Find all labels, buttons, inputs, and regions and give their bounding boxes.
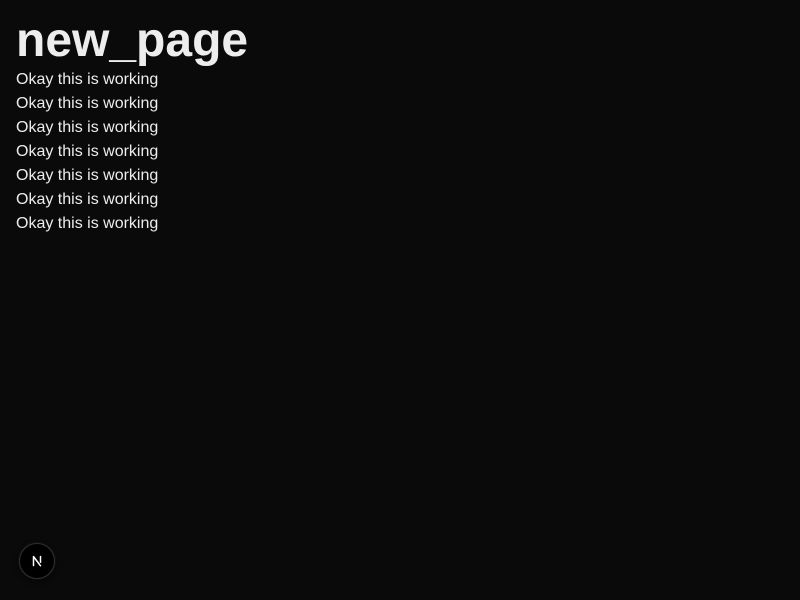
page-title: new_page xyxy=(16,14,249,67)
text-line: Okay this is working xyxy=(16,167,159,184)
nextjs-logo-icon xyxy=(29,553,45,569)
nextjs-dev-tools-button[interactable] xyxy=(19,543,55,579)
text-line: Okay this is working xyxy=(16,71,159,88)
text-line: Okay this is working xyxy=(16,191,159,208)
text-line: Okay this is working xyxy=(16,215,159,232)
text-line: Okay this is working xyxy=(16,143,159,160)
page-content: new_page Okay this is working Okay this … xyxy=(16,14,784,236)
text-line: Okay this is working xyxy=(16,95,159,112)
text-line: Okay this is working xyxy=(16,119,159,136)
text-lines: Okay this is working Okay this is workin… xyxy=(16,68,784,236)
